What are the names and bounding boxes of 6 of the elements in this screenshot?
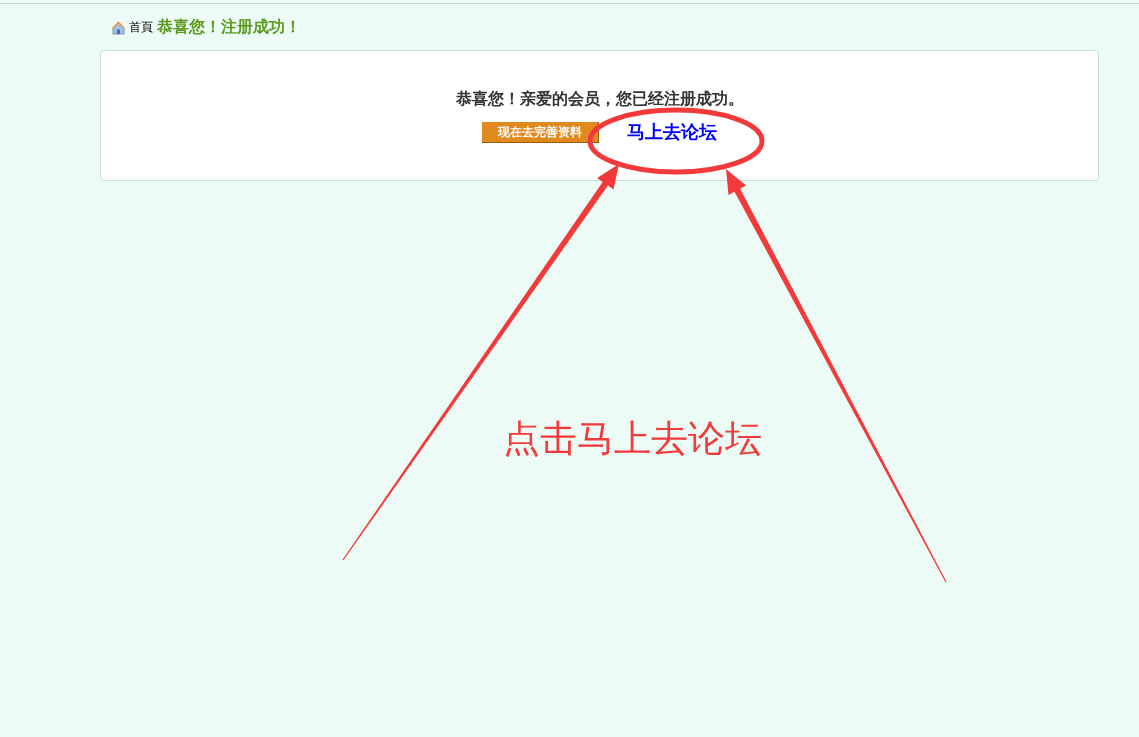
page-title: 恭喜您！注册成功！ [157,16,301,38]
house-icon [111,19,126,35]
annotation-text: 点击马上去论坛 [503,418,762,460]
go-to-forum-link[interactable]: 马上去论坛 [627,121,717,141]
home-link[interactable]: 首頁 [111,18,153,36]
success-message: 恭喜您！亲爱的会员，您已经注册成功。 [455,89,744,109]
